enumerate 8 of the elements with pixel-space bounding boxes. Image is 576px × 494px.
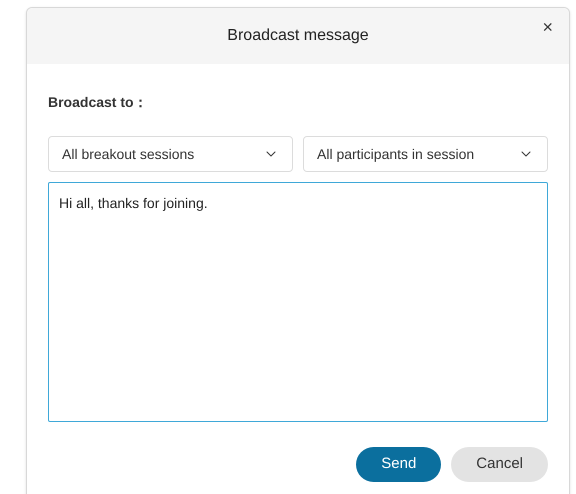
message-field[interactable]: Hi all, thanks for joining. <box>48 182 548 422</box>
send-button[interactable]: Send <box>356 447 442 482</box>
dropdown[interactable]: All participants in session <box>303 136 548 172</box>
dropdown[interactable]: All breakout sessions <box>48 136 293 172</box>
close-button[interactable]: × <box>538 18 557 36</box>
dialog-title: Broadcast message <box>227 26 369 46</box>
cancel-button[interactable]: Cancel <box>451 447 548 482</box>
broadcast-label: Broadcast to： <box>48 93 148 112</box>
